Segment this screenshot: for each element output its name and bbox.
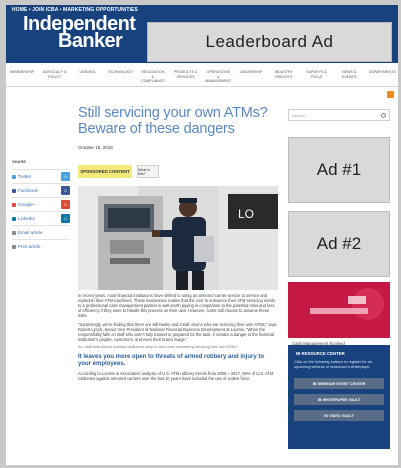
facebook-icon (12, 188, 16, 193)
share-item-google[interactable]: Google+ 0 (12, 197, 70, 211)
svg-text:LO: LO (238, 207, 254, 221)
logo-line-2: Banker (58, 30, 123, 52)
nav-item-surveys[interactable]: SURVEYS & POLLS (303, 67, 329, 86)
article-header: Still servicing your own ATMs? Beware of… (78, 105, 278, 150)
sidebar: Search ... Ad #1 Ad #2 Cash Management E… (288, 109, 390, 346)
share-label: Print article (18, 244, 41, 249)
resource-center: IB RESOURCE CENTER Click on the followin… (288, 345, 390, 449)
article-photo: LO (78, 186, 278, 290)
nav-item-news[interactable]: NEWS & EVENTS (336, 67, 362, 86)
google-plus-icon (12, 202, 16, 207)
paragraph: “Surprisingly, we’re finding that there … (78, 321, 277, 342)
share-label: Google+ (18, 202, 36, 207)
nav-item-insights[interactable]: INDUSTRY INSIGHTS (271, 67, 297, 86)
search-input[interactable]: Search ... (288, 109, 390, 121)
share-title: SHARE (12, 159, 27, 164)
resource-title: IB RESOURCE CENTER (296, 351, 345, 356)
share-count: 0 (61, 200, 70, 209)
nav-item-membership[interactable]: MEMBERSHIP (9, 67, 35, 86)
site-header: HOME • JOIN ICBA • MARKETING OPPORTUNITI… (6, 5, 398, 63)
article-date: October 15, 2018 (78, 145, 113, 150)
paragraph: So, what risks should financial institut… (78, 345, 238, 350)
nav-item-operations[interactable]: OPERATIONS & MANAGEMENT (205, 67, 231, 86)
promo-banner[interactable] (288, 282, 390, 338)
share-item-twitter[interactable]: Twitter 0 (12, 169, 70, 183)
twitter-icon (12, 174, 16, 179)
what-is-this-button[interactable]: What is this? (137, 165, 159, 178)
paragraph: According to Loomis & Associates’ analys… (78, 370, 274, 381)
nav-item-technology[interactable]: TECHNOLOGY (107, 67, 133, 86)
share-count: 0 (61, 214, 70, 223)
share-label: Twitter (18, 174, 32, 179)
page: HOME • JOIN ICBA • MARKETING OPPORTUNITI… (6, 5, 398, 465)
rss-icon[interactable] (387, 91, 394, 98)
share-item-email[interactable]: Email article (12, 225, 70, 239)
search-placeholder: Search ... (292, 113, 310, 118)
share-label: Email article (18, 230, 43, 235)
resource-description: Click on the following buttons to regist… (294, 360, 372, 369)
share-item-print[interactable]: Print article (12, 239, 70, 253)
nav-item-products[interactable]: PRODUCTS & SERVICES (173, 67, 199, 86)
article-title: Still servicing your own ATMs? Beware of… (78, 105, 268, 137)
article-body: In recent years, most financial institut… (78, 293, 278, 384)
sponsored-badge: SPONSORED CONTENT (78, 165, 132, 178)
linkedin-icon (12, 216, 16, 221)
main-nav: MEMBERSHIP ADVOCACY & POLICY LENDING TEC… (6, 67, 398, 87)
nav-item-departments[interactable]: DEPARTMENTS (369, 67, 396, 86)
nav-item-regulation[interactable]: REGULATION & COMPLIANCE (140, 67, 166, 86)
search-icon[interactable] (381, 113, 386, 118)
ad-slot-2[interactable]: Ad #2 (288, 211, 390, 277)
webinar-center-button[interactable]: IB WEBINAR EVENT CENTER (294, 378, 384, 390)
nav-item-leadership[interactable]: LEADERSHIP (238, 67, 264, 86)
share-item-facebook[interactable]: Facebook 0 (12, 183, 70, 197)
site-logo[interactable]: Independent Banker (23, 14, 136, 52)
leaderboard-ad[interactable]: Leaderboard Ad (147, 22, 392, 62)
share-panel: SHARE Twitter 0 Facebook 0 Google+ 0 Lin… (12, 159, 70, 253)
nav-item-lending[interactable]: LENDING (74, 67, 100, 86)
whitepaper-vault-button[interactable]: IB WHITEPAPER VAULT (294, 394, 384, 406)
ad-slot-1[interactable]: Ad #1 (288, 137, 390, 203)
share-label: LinkedIn (18, 216, 36, 221)
share-item-linkedin[interactable]: LinkedIn 0 (12, 211, 70, 225)
article-subhead: It leaves you more open to threats of ar… (78, 353, 265, 367)
nav-item-advocacy[interactable]: ADVOCACY & POLICY (42, 67, 68, 86)
video-vault-button[interactable]: IB VIDEO VAULT (294, 410, 384, 422)
paragraph: In recent years, most financial institut… (78, 293, 276, 318)
print-icon (12, 244, 16, 249)
share-count: 0 (61, 186, 70, 195)
email-icon (12, 230, 16, 235)
share-label: Facebook (18, 188, 38, 193)
share-count: 0 (61, 172, 70, 181)
